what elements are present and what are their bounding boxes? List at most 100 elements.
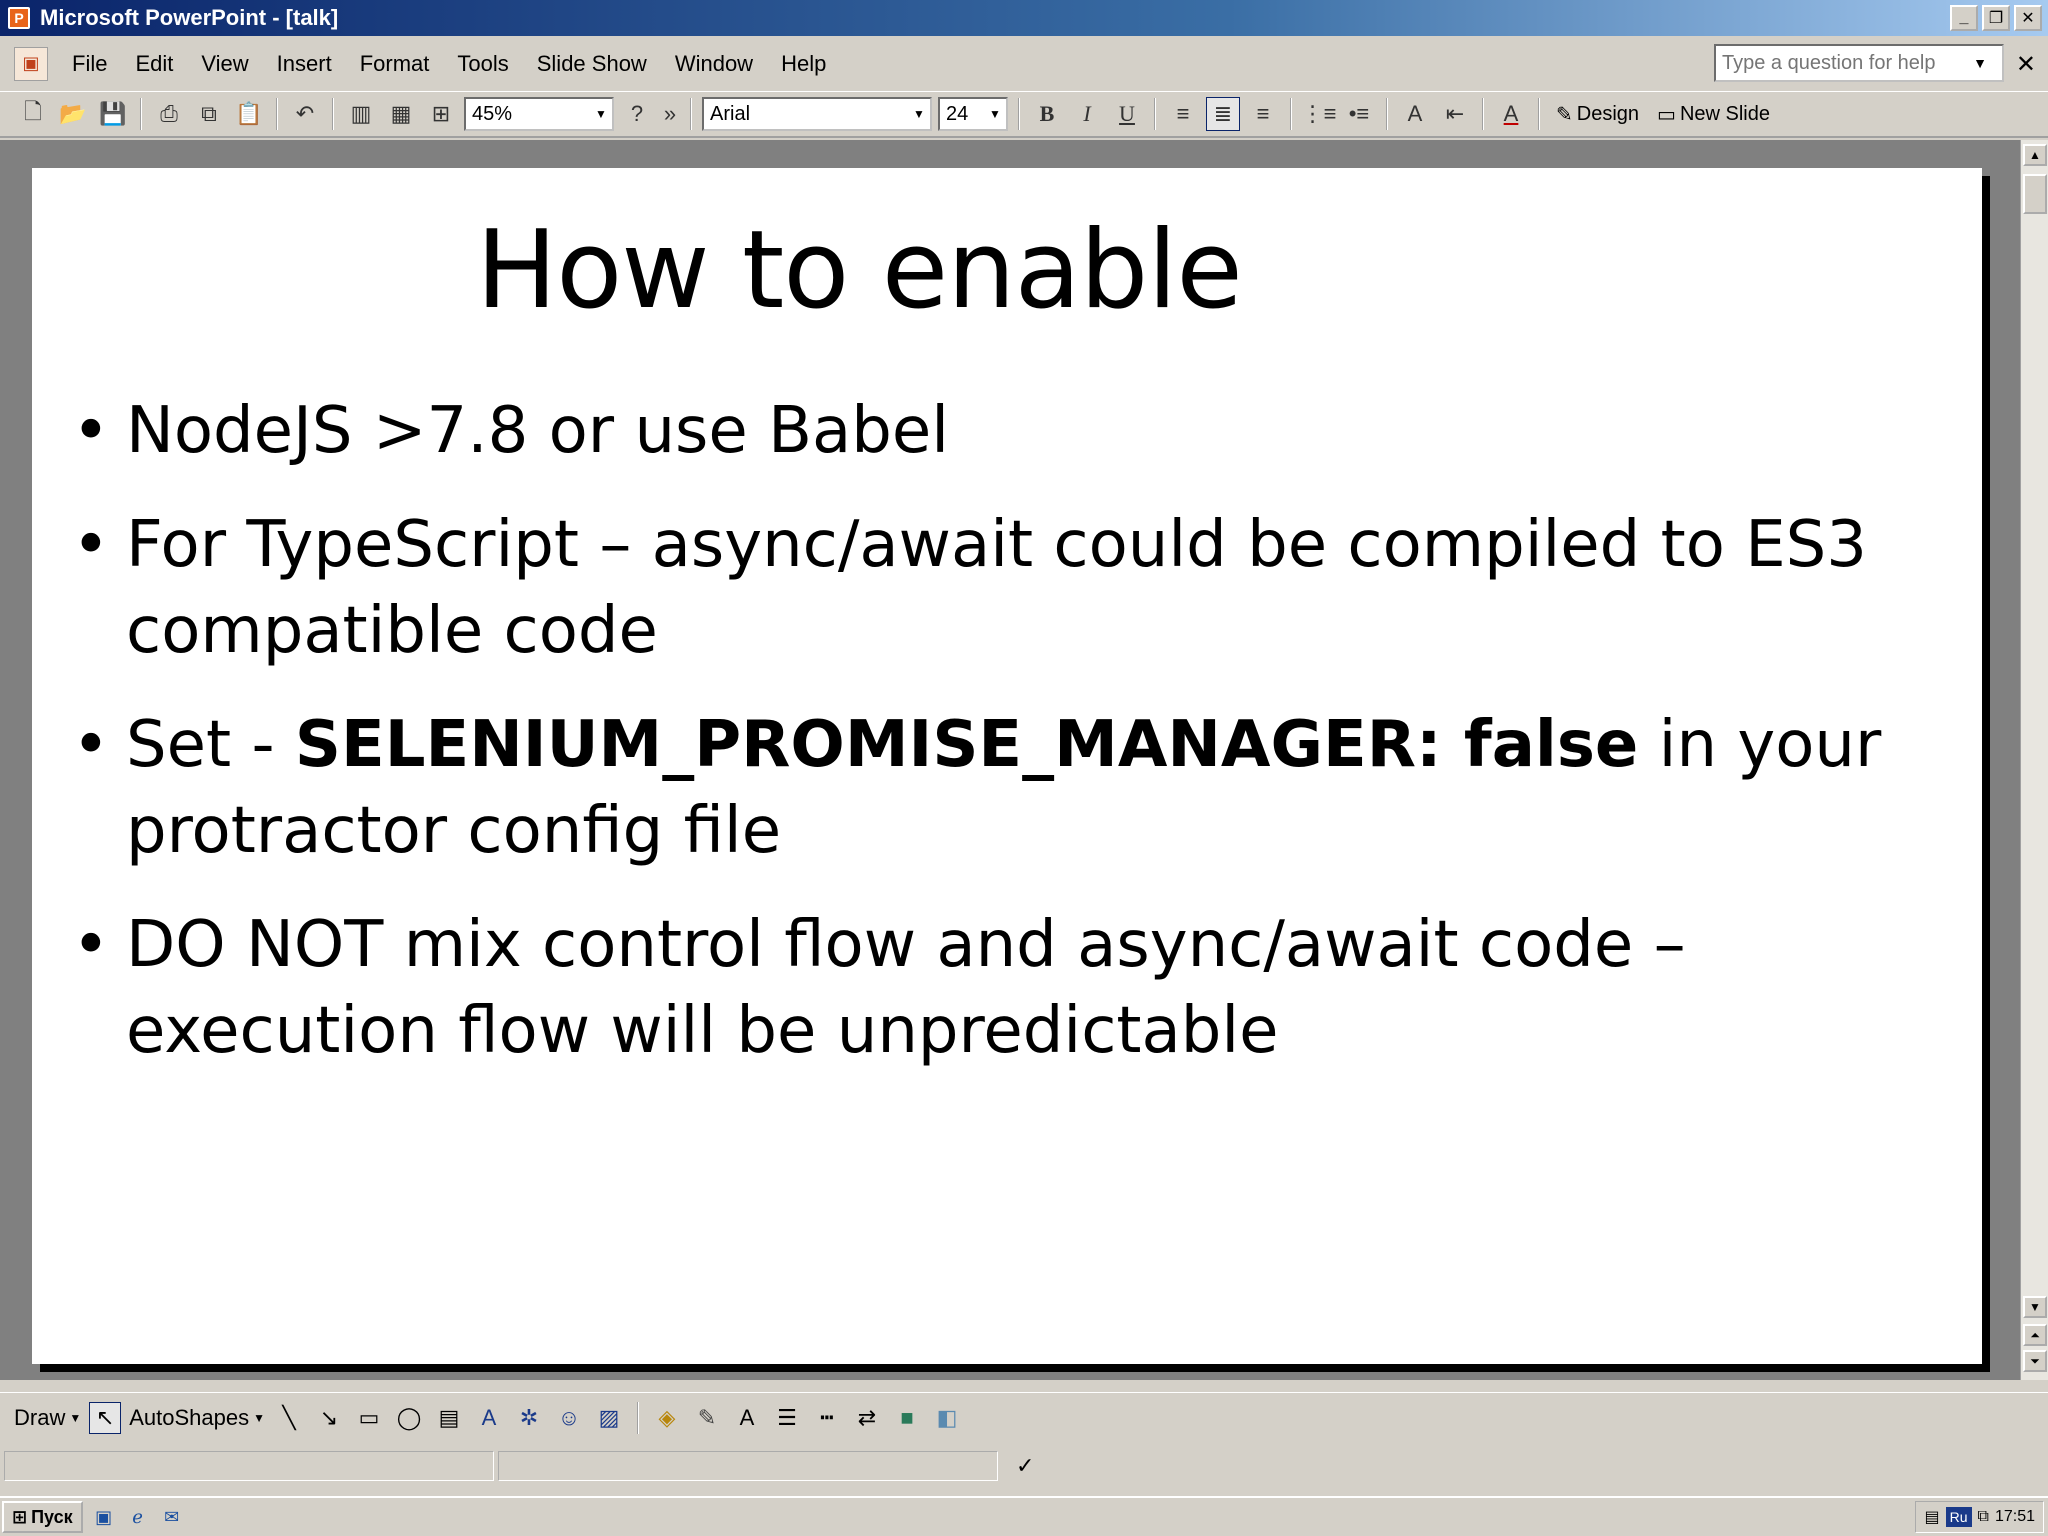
drawing-toolbar: Draw ▼ ↖ AutoShapes ▼ ╲ ↘ ▭ ◯ ▤ A ✲ ☺ ▨ …	[0, 1392, 2048, 1442]
bold-button[interactable]: B	[1030, 97, 1064, 131]
bullet-item: NodeJS >7.8 or use Babel	[72, 388, 1952, 474]
increase-font-size-icon[interactable]: A	[1398, 97, 1432, 131]
menu-file[interactable]: File	[58, 51, 121, 77]
show-desktop-icon[interactable]: ▣	[91, 1504, 117, 1530]
underline-button[interactable]: U	[1110, 97, 1144, 131]
shadow-icon[interactable]: ■	[891, 1402, 923, 1434]
line-icon[interactable]: ╲	[273, 1402, 305, 1434]
copy-icon[interactable]: ⧉	[192, 97, 226, 131]
status-cell-slide	[4, 1451, 494, 1481]
network-icon[interactable]: ⧉	[1978, 1508, 1989, 1526]
chevron-down-icon[interactable]: ▼	[908, 107, 930, 121]
decrease-indent-icon[interactable]: ⇤	[1438, 97, 1472, 131]
menu-format[interactable]: Format	[346, 51, 444, 77]
slide-title[interactable]: How to enable	[476, 208, 1243, 333]
align-left-icon[interactable]: ≡	[1166, 97, 1200, 131]
chevron-down-icon[interactable]: ▼	[590, 107, 612, 121]
menu-window[interactable]: Window	[661, 51, 767, 77]
scroll-up-icon[interactable]: ▲	[2023, 144, 2047, 166]
design-label: Design	[1576, 102, 1640, 125]
toolbar-separator	[276, 98, 278, 130]
window-title: Microsoft PowerPoint - [talk]	[40, 5, 339, 30]
start-button[interactable]: ⊞ Пуск	[2, 1501, 83, 1533]
restore-button[interactable]: ❐	[1982, 5, 2010, 31]
diagram-icon[interactable]: ✲	[513, 1402, 545, 1434]
undo-icon[interactable]: ↶	[288, 97, 322, 131]
font-select[interactable]: Arial ▼	[702, 97, 932, 131]
title-bar: P Microsoft PowerPoint - [talk] _ ❐ ✕	[0, 0, 2048, 36]
previous-slide-icon[interactable]: ⏶	[2023, 1324, 2047, 1346]
numbering-icon[interactable]: ⋮≡	[1302, 97, 1337, 131]
slide-bullet-list[interactable]: NodeJS >7.8 or use Babel For TypeScript …	[72, 388, 1952, 1102]
oval-icon[interactable]: ◯	[393, 1402, 425, 1434]
chevron-down-icon[interactable]: ▼	[984, 107, 1006, 121]
close-button[interactable]: ✕	[2014, 5, 2042, 31]
line-style-icon[interactable]: ☰	[771, 1402, 803, 1434]
text-box-icon[interactable]: ▤	[433, 1402, 465, 1434]
new-slide-button[interactable]: ▭ New Slide	[1651, 97, 1776, 131]
system-tray: ▤ Ru ⧉ 17:51	[1915, 1501, 2044, 1533]
select-pointer-icon[interactable]: ↖	[89, 1401, 122, 1434]
3d-icon[interactable]: ◧	[931, 1402, 963, 1434]
show-grid-icon[interactable]: ⊞	[424, 97, 458, 131]
clip-art-icon[interactable]: ☺	[553, 1402, 585, 1434]
new-document-icon[interactable]: 🗋	[16, 97, 50, 131]
rectangle-icon[interactable]: ▭	[353, 1402, 385, 1434]
print-icon[interactable]: ⎙	[152, 97, 186, 131]
menu-slide-show[interactable]: Slide Show	[523, 51, 661, 77]
chevron-down-icon: ▼	[253, 1410, 265, 1425]
internet-explorer-icon[interactable]: ℯ	[125, 1504, 151, 1530]
dash-style-icon[interactable]: ┅	[811, 1402, 843, 1434]
minimize-button[interactable]: _	[1950, 5, 1978, 31]
scrollbar-thumb[interactable]	[2023, 174, 2047, 214]
draw-menu-button[interactable]: Draw ▼	[14, 1405, 81, 1431]
vertical-scrollbar[interactable]: ▲ ▼ ⏶ ⏷	[2020, 140, 2048, 1380]
tray-app-icon[interactable]: ▤	[1924, 1507, 1939, 1527]
font-color-icon[interactable]: A	[1494, 97, 1528, 131]
italic-button[interactable]: I	[1070, 97, 1104, 131]
save-icon[interactable]: 💾	[96, 97, 130, 131]
language-indicator[interactable]: Ru	[1945, 1507, 1972, 1527]
line-color-icon[interactable]: ✎	[691, 1402, 723, 1434]
open-folder-icon[interactable]: 📂	[56, 97, 90, 131]
autoshapes-menu-button[interactable]: AutoShapes ▼	[129, 1405, 265, 1431]
arrow-icon[interactable]: ↘	[313, 1402, 345, 1434]
wordart-icon[interactable]: A	[473, 1402, 505, 1434]
help-icon[interactable]: ?	[620, 97, 654, 131]
document-icon[interactable]: ▣	[14, 46, 48, 81]
help-question-box[interactable]: ▼	[1714, 44, 2004, 82]
toolbar-options-icon[interactable]: »	[660, 97, 680, 131]
chevron-down-icon[interactable]: ▼	[1966, 55, 1994, 71]
scroll-down-icon[interactable]: ▼	[2023, 1296, 2047, 1318]
standard-formatting-toolbar: 🗋 📂 💾 ⎙ ⧉ 📋 ↶ ▥ ▦ ⊞ 45% ▼ ? » Arial ▼ 24…	[0, 92, 2048, 138]
menu-edit[interactable]: Edit	[121, 51, 187, 77]
align-right-icon[interactable]: ≡	[1246, 97, 1280, 131]
zoom-select[interactable]: 45% ▼	[464, 97, 614, 131]
outlook-express-icon[interactable]: ✉	[159, 1504, 185, 1530]
help-question-input[interactable]	[1716, 51, 1966, 75]
toolbar-separator	[1538, 98, 1540, 130]
windows-logo-icon: ⊞	[12, 1506, 28, 1527]
slide-canvas[interactable]: How to enable NodeJS >7.8 or use Babel F…	[32, 168, 1982, 1364]
picture-icon[interactable]: ▨	[593, 1402, 625, 1434]
menu-view[interactable]: View	[187, 51, 262, 77]
close-document-icon[interactable]: ✕	[2016, 50, 2036, 79]
toolbar-separator	[637, 1401, 639, 1434]
menu-help[interactable]: Help	[767, 51, 840, 77]
powerpoint-app-icon[interactable]: P	[8, 7, 30, 29]
menu-insert[interactable]: Insert	[263, 51, 346, 77]
fill-color-icon[interactable]: ◈	[651, 1402, 683, 1434]
align-center-icon[interactable]: ≣	[1206, 97, 1240, 131]
design-button[interactable]: ✎ Design	[1550, 97, 1645, 131]
font-size-select[interactable]: 24 ▼	[938, 97, 1008, 131]
insert-chart-icon[interactable]: ▥	[344, 97, 378, 131]
font-color-draw-icon[interactable]: A	[731, 1402, 763, 1434]
next-slide-icon[interactable]: ⏷	[2023, 1350, 2047, 1372]
new-slide-label: New Slide	[1679, 102, 1770, 125]
spelling-check-icon[interactable]: ✓	[1016, 1453, 1034, 1479]
menu-tools[interactable]: Tools	[443, 51, 522, 77]
arrow-style-icon[interactable]: ⇄	[851, 1402, 883, 1434]
bullets-icon[interactable]: •≡	[1342, 97, 1376, 131]
paste-icon[interactable]: 📋	[232, 97, 266, 131]
insert-table-icon[interactable]: ▦	[384, 97, 418, 131]
